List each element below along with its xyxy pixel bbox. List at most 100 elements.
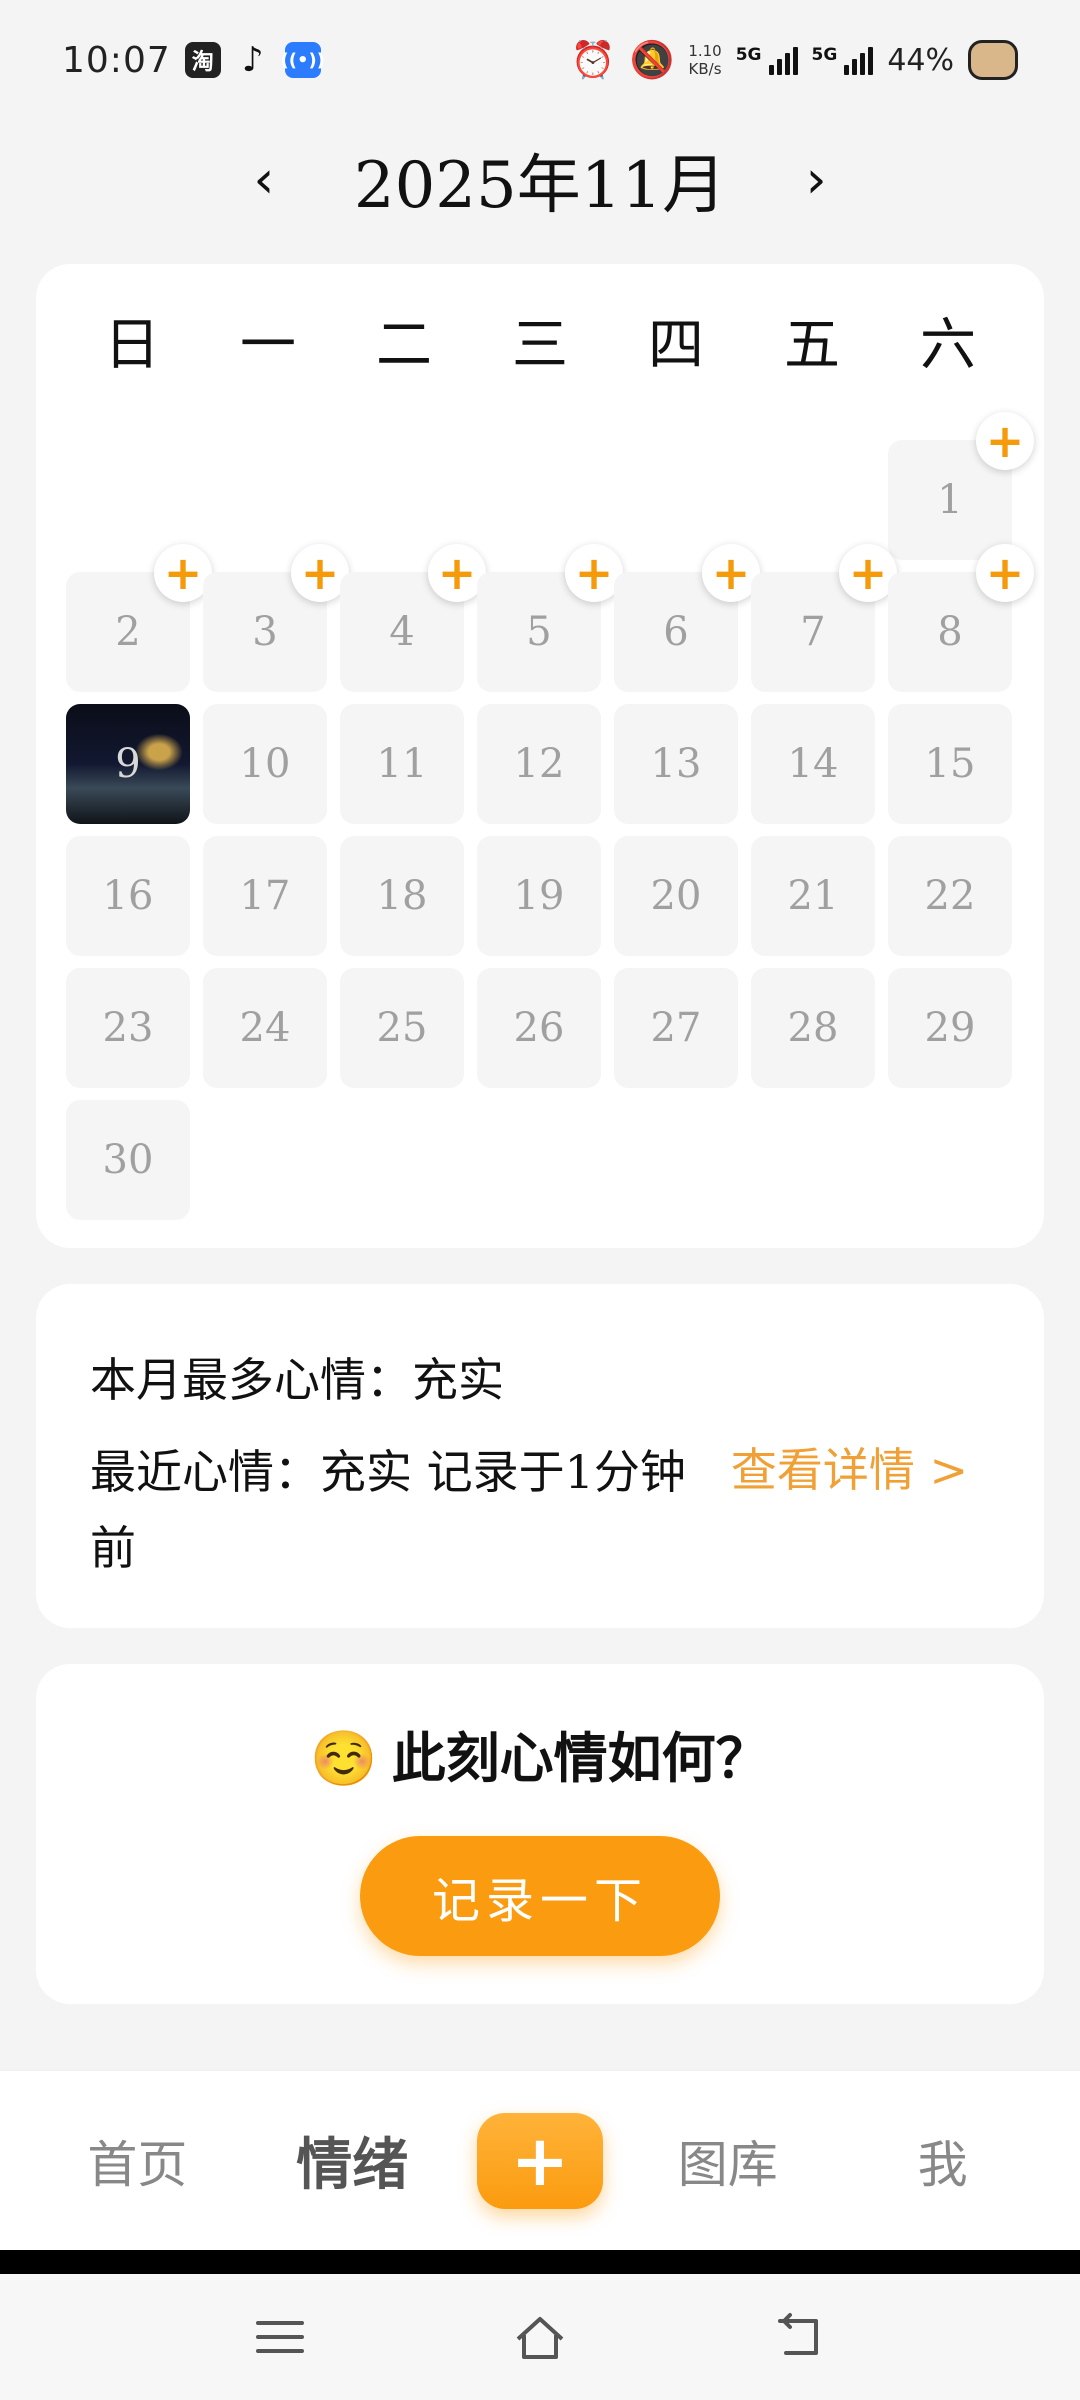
empty-day-cell bbox=[203, 440, 327, 560]
day-cell-9[interactable]: 9 bbox=[66, 704, 190, 824]
day-number: 24 bbox=[239, 1005, 291, 1051]
day-cell-11[interactable]: 11 bbox=[340, 704, 464, 824]
day-cell-18[interactable]: 18 bbox=[340, 836, 464, 956]
status-right: ⏰ 🔕 1.10 KB/s 5G 5G 44% bbox=[571, 39, 1018, 81]
day-cell-26[interactable]: 26 bbox=[477, 968, 601, 1088]
empty-day-cell bbox=[340, 440, 464, 560]
taobao-icon: 淘 bbox=[184, 42, 221, 78]
network-speed: 1.10 KB/s bbox=[688, 42, 721, 78]
day-cell-8[interactable]: 8 + bbox=[888, 544, 1034, 692]
day-cell-17[interactable]: 17 bbox=[203, 836, 327, 956]
calendar-card: 日 一 二 三 四 五 六 1 +2 +3 +4 +5 +6 +7 +8 +9 10 11 12 13 1… bbox=[36, 264, 1044, 1248]
mood-summary-card: 本月最多心情：充实 最近心情：充实 记录于1分钟前 查看详情 > bbox=[36, 1284, 1044, 1628]
day-number: 13 bbox=[650, 741, 702, 787]
day-cell-12[interactable]: 12 bbox=[477, 704, 601, 824]
day-cell-24[interactable]: 24 bbox=[203, 968, 327, 1088]
back-icon[interactable] bbox=[770, 2307, 830, 2367]
mood-prompt-card: ☺️ 此刻心情如何？ 记录一下 bbox=[36, 1664, 1044, 2004]
smile-emoji-icon: ☺️ bbox=[310, 1726, 378, 1790]
menu-icon[interactable] bbox=[250, 2307, 310, 2367]
signal-sim1-icon: 5G bbox=[736, 45, 798, 75]
day-cell-10[interactable]: 10 bbox=[203, 704, 327, 824]
day-cell-21[interactable]: 21 bbox=[751, 836, 875, 956]
day-cell-6[interactable]: 6 + bbox=[614, 544, 760, 692]
day-number: 10 bbox=[239, 741, 291, 787]
day-cell-2[interactable]: 2 + bbox=[66, 544, 212, 692]
weekday-wed: 三 bbox=[512, 313, 568, 378]
prev-month-button[interactable]: ‹ bbox=[244, 150, 284, 210]
add-mood-icon[interactable]: + bbox=[976, 412, 1034, 470]
day-cell-1[interactable]: 1 + bbox=[888, 412, 1034, 560]
day-cell-5[interactable]: 5 + bbox=[477, 544, 623, 692]
day-number: 19 bbox=[513, 873, 565, 919]
nav-add-button[interactable]: + bbox=[476, 2112, 603, 2209]
empty-day-cell bbox=[614, 440, 738, 560]
day-cell-20[interactable]: 20 bbox=[614, 836, 738, 956]
month-title: 2025年11月 bbox=[353, 149, 727, 223]
month-header: ‹ 2025年11月 › bbox=[0, 140, 1080, 223]
day-cell-19[interactable]: 19 bbox=[477, 836, 601, 956]
record-mood-button[interactable]: 记录一下 bbox=[360, 1836, 720, 1956]
day-cell-23[interactable]: 23 bbox=[66, 968, 190, 1088]
day-number: 11 bbox=[376, 741, 428, 787]
day-cell-30[interactable]: 30 bbox=[66, 1100, 190, 1220]
day-number: 9 bbox=[115, 741, 141, 787]
alarm-icon: ⏰ bbox=[570, 40, 616, 81]
day-cell-27[interactable]: 27 bbox=[614, 968, 738, 1088]
network-speed-unit: KB/s bbox=[688, 60, 722, 78]
day-cell-15[interactable]: 15 bbox=[888, 704, 1012, 824]
signal-bar bbox=[784, 53, 790, 75]
signal-bar bbox=[844, 65, 850, 75]
nav-me[interactable]: 我 bbox=[853, 2125, 1033, 2197]
weekday-row: 日 一 二 三 四 五 六 bbox=[64, 300, 1016, 390]
divider bbox=[0, 2250, 1080, 2274]
view-details-link[interactable]: 查看详情 > bbox=[731, 1434, 968, 1500]
day-cell-14[interactable]: 14 bbox=[751, 704, 875, 824]
day-number: 1 bbox=[937, 477, 963, 523]
day-number: 5 bbox=[526, 609, 552, 655]
day-cell-13[interactable]: 13 bbox=[614, 704, 738, 824]
signal-bar bbox=[768, 65, 774, 75]
day-number: 14 bbox=[787, 741, 839, 787]
day-number: 29 bbox=[924, 1005, 976, 1051]
next-month-button[interactable]: › bbox=[796, 150, 836, 210]
day-cell-29[interactable]: 29 bbox=[888, 968, 1012, 1088]
day-number: 12 bbox=[513, 741, 565, 787]
home-icon[interactable] bbox=[510, 2307, 570, 2367]
day-number: 20 bbox=[650, 873, 702, 919]
weekday-sat: 六 bbox=[920, 313, 976, 378]
day-number: 21 bbox=[787, 873, 839, 919]
battery-level: 44% bbox=[887, 42, 954, 78]
day-number: 4 bbox=[389, 609, 415, 655]
day-number: 2 bbox=[115, 609, 141, 655]
signal-sim2-icon: 5G bbox=[812, 45, 874, 75]
day-number: 22 bbox=[924, 873, 976, 919]
day-cell-16[interactable]: 16 bbox=[66, 836, 190, 956]
day-number: 27 bbox=[650, 1005, 702, 1051]
day-grid: 1 +2 +3 +4 +5 +6 +7 +8 +9 10 11 12 13 14 15 16 17 18 19 20 2… bbox=[66, 412, 1034, 1220]
mute-bell-icon: 🔕 bbox=[629, 40, 675, 81]
day-cell-22[interactable]: 22 bbox=[888, 836, 1012, 956]
day-cell-7[interactable]: 7 + bbox=[751, 544, 897, 692]
day-cell-3[interactable]: 3 + bbox=[203, 544, 349, 692]
nav-gallery[interactable]: 图库 bbox=[638, 2125, 818, 2197]
day-cell-28[interactable]: 28 bbox=[751, 968, 875, 1088]
nav-mood[interactable]: 情绪 bbox=[262, 2120, 442, 2201]
nav-home[interactable]: 首页 bbox=[47, 2125, 227, 2197]
weekday-fri: 五 bbox=[784, 313, 840, 378]
signal-bar bbox=[860, 53, 866, 75]
signal-bar bbox=[776, 59, 782, 75]
weekday-mon: 一 bbox=[240, 313, 296, 378]
day-number: 17 bbox=[239, 873, 291, 919]
day-number: 23 bbox=[102, 1005, 154, 1051]
signal-bar bbox=[852, 59, 858, 75]
day-cell-25[interactable]: 25 bbox=[340, 968, 464, 1088]
day-cell-4[interactable]: 4 + bbox=[340, 544, 486, 692]
status-left: 10:07 淘 ♪ ((•)) bbox=[62, 40, 325, 81]
empty-day-cell bbox=[751, 440, 875, 560]
weekday-tue: 二 bbox=[376, 313, 432, 378]
tiktok-icon: ♪ bbox=[241, 40, 264, 80]
network-speed-value: 1.10 bbox=[688, 42, 722, 60]
empty-day-cell bbox=[477, 440, 601, 560]
add-mood-icon[interactable]: + bbox=[976, 544, 1034, 602]
